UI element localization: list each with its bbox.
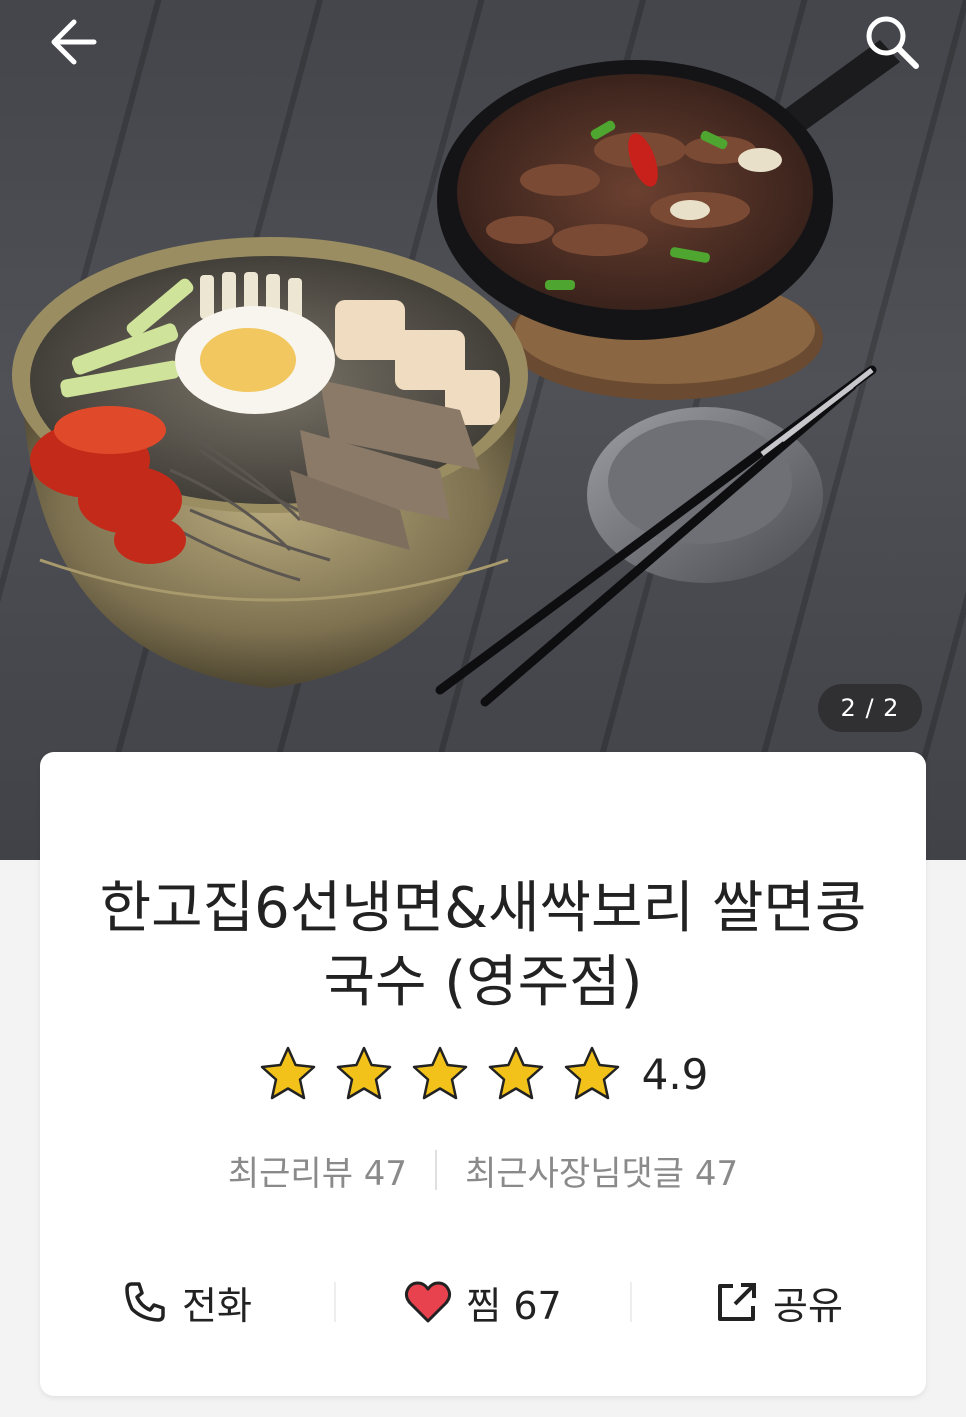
back-arrow-icon [51,19,97,65]
star-icon [336,1046,391,1100]
owner-comments-link[interactable]: 최근사장님댓글 47 [465,1146,738,1195]
back-button[interactable] [44,14,104,70]
restaurant-info-card: 한고집6선냉면&새싹보리 쌀면콩국수 (영주점) 4.9 최근리뷰 47 최근사… [40,752,926,1396]
phone-icon [125,1282,165,1322]
share-label: 공유 [773,1283,843,1328]
rating-row: 4.9 [40,1044,926,1104]
food-photo[interactable]: 2 / 2 [0,0,966,860]
rating-score: 4.9 [641,1049,709,1099]
heart-icon [405,1281,452,1323]
favorite-count: 67 [513,1283,562,1328]
star-icon [412,1046,467,1100]
star-icon [260,1046,315,1100]
food-illustration [12,40,900,707]
action-bar: 전화 찜 67 공유 [40,1272,926,1332]
share-icon [718,1283,757,1321]
image-counter: 2 / 2 [818,684,922,732]
stats-divider [435,1150,438,1190]
call-button[interactable]: 전화 [40,1275,334,1330]
call-label: 전화 [182,1283,252,1328]
star-icon [488,1046,543,1100]
search-icon [866,16,919,69]
star-icon [564,1046,619,1100]
review-stats: 최근리뷰 47 최근사장님댓글 47 [40,1146,926,1195]
restaurant-name: 한고집6선냉면&새싹보리 쌀면콩국수 (영주점) [99,875,867,1015]
share-button[interactable]: 공유 [632,1275,926,1330]
recent-reviews-link[interactable]: 최근리뷰 47 [228,1146,407,1195]
favorite-label: 찜 67 [466,1283,562,1328]
favorite-button[interactable]: 찜 67 [336,1275,630,1330]
search-button[interactable] [862,12,922,72]
